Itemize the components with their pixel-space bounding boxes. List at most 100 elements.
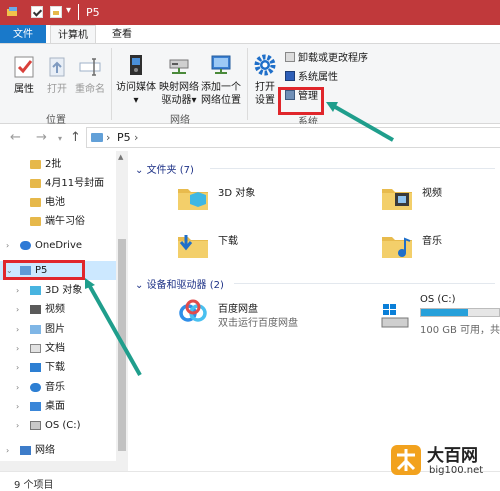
ribbon-separator: [247, 48, 248, 120]
nav-item-folder[interactable]: 电池: [0, 193, 116, 212]
tab-computer[interactable]: 计算机: [50, 25, 96, 44]
address-box[interactable]: › P5 ›: [86, 127, 500, 148]
folder-icon: [30, 179, 41, 188]
content-pane: ⌄ 文件夹 (7) 3D 对象 视频 下载 音乐 ⌄ 设备和驱动器 (2) 百度…: [130, 151, 500, 471]
downloads-folder-icon: [178, 235, 208, 258]
network-location-icon: [211, 55, 231, 74]
nav-item-videos[interactable]: › 视频: [0, 300, 116, 319]
folders-header-label: 文件夹 (7): [146, 165, 194, 176]
scrollbar-thumb[interactable]: [118, 239, 126, 451]
nav-item-onedrive[interactable]: › OneDrive: [0, 236, 116, 255]
ribbon-separator: [111, 48, 112, 120]
map-drive-label-2: 驱动器: [161, 95, 192, 106]
add-location-label-2: 网络位置: [201, 95, 241, 106]
tab-view[interactable]: 查看: [100, 25, 144, 44]
quick-access-dropdown-icon[interactable]: ▾: [66, 5, 71, 16]
nav-item-folder[interactable]: 2批: [0, 155, 116, 174]
nav-item-label: 文档: [45, 343, 65, 354]
breadcrumb-p5[interactable]: P5: [117, 131, 131, 144]
properties-label: 属性: [14, 84, 34, 95]
expand-chevron-icon[interactable]: ›: [16, 281, 26, 300]
access-media-button[interactable]: 访问媒体 ▾: [114, 52, 158, 107]
system-properties-button[interactable]: 系统属性: [285, 71, 338, 84]
pictures-icon: [30, 325, 41, 334]
forward-arrow-icon[interactable]: →: [36, 130, 47, 145]
add-network-location-button[interactable]: 添加一个 网络位置: [200, 52, 242, 107]
expand-chevron-icon[interactable]: ›: [16, 320, 26, 339]
up-arrow-icon[interactable]: ↑: [70, 130, 81, 145]
nav-item-downloads[interactable]: › 下载: [0, 358, 116, 377]
new-folder-quick-icon[interactable]: [50, 6, 62, 18]
nav-item-network[interactable]: › 网络: [0, 441, 116, 460]
network-icon: [20, 446, 31, 455]
expand-chevron-icon[interactable]: ›: [16, 397, 26, 416]
properties-button[interactable]: 属性: [10, 54, 38, 96]
title-divider: [78, 4, 79, 20]
access-media-label: 访问媒体: [116, 82, 156, 93]
tab-file[interactable]: 文件: [0, 25, 46, 44]
drives-section-header[interactable]: ⌄ 设备和驱动器 (2): [135, 276, 224, 291]
nav-item-label: 视频: [45, 304, 65, 315]
address-bar-row: ← → ▾ ↑ › P5 ›: [0, 124, 500, 151]
explorer-window: ▾ P5 文件 计算机 查看 属性 打开 重命名 位置 访问媒体 ▾ 映射网络 …: [0, 0, 500, 491]
folders-section-header[interactable]: ⌄ 文件夹 (7): [135, 161, 194, 176]
back-arrow-icon[interactable]: ←: [10, 130, 21, 145]
open-settings-label-1: 打开: [255, 82, 275, 93]
expand-chevron-icon[interactable]: ›: [6, 441, 16, 460]
annotation-highlight-manage: [278, 87, 324, 115]
documents-icon: [30, 344, 41, 353]
nav-item-label: 下载: [45, 362, 65, 373]
nav-item-documents[interactable]: › 文档: [0, 339, 116, 358]
open-settings-label-2: 设置: [255, 95, 275, 106]
ribbon-tabs: 文件 计算机 查看: [0, 25, 500, 44]
nav-item-os-c[interactable]: › OS (C:): [0, 416, 116, 435]
uninstall-label: 卸载或更改程序: [298, 53, 368, 64]
access-media-dropdown-icon: ▾: [133, 95, 139, 106]
nav-item-3d-objects[interactable]: › 3D 对象: [0, 281, 116, 300]
recent-dropdown-icon[interactable]: ▾: [58, 134, 62, 143]
expand-chevron-icon[interactable]: ›: [16, 300, 26, 319]
nav-item-label: OS (C:): [45, 420, 81, 431]
uninstall-program-button[interactable]: 卸载或更改程序: [285, 52, 368, 65]
expand-chevron-icon[interactable]: ›: [6, 236, 16, 255]
scroll-up-icon[interactable]: ▲: [118, 153, 123, 161]
cloud-icon: [20, 241, 31, 250]
section-divider: [210, 168, 495, 169]
nav-item-folder[interactable]: 4月11号封面: [0, 174, 116, 193]
nav-item-label: 音乐: [45, 382, 65, 393]
expand-chevron-icon[interactable]: ›: [16, 378, 26, 397]
nav-horizontal-scrollbar[interactable]: [0, 461, 128, 471]
breadcrumb-chevron-icon[interactable]: ›: [106, 131, 110, 144]
expand-chevron-icon[interactable]: ›: [16, 339, 26, 358]
explorer-icon[interactable]: [6, 6, 18, 18]
nav-item-desktop[interactable]: › 桌面: [0, 397, 116, 416]
nav-item-folder[interactable]: 端午习俗: [0, 212, 116, 231]
properties-quick-icon[interactable]: [31, 6, 43, 18]
music-icon: [30, 383, 41, 392]
properties-icon: [14, 56, 34, 78]
folder-icon: [30, 217, 41, 226]
rename-button[interactable]: 重命名: [72, 54, 108, 96]
map-network-drive-button[interactable]: 映射网络 驱动器▾: [158, 52, 200, 107]
folder-icon: [30, 160, 41, 169]
desktop-icon: [30, 402, 41, 411]
open-icon: [49, 57, 65, 77]
nav-item-pictures[interactable]: › 图片: [0, 320, 116, 339]
baidu-netdisk-icon: [179, 299, 207, 322]
windows-drive-icon: [381, 304, 409, 328]
watermark-logo-icon: [391, 445, 421, 475]
annotation-highlight-p5: [3, 260, 85, 280]
breadcrumb-chevron-icon[interactable]: ›: [134, 131, 138, 144]
expand-chevron-icon[interactable]: ›: [16, 416, 26, 435]
open-button[interactable]: 打开: [44, 54, 70, 96]
rename-label: 重命名: [75, 84, 105, 95]
open-settings-button[interactable]: 打开 设置: [252, 52, 278, 107]
folder-label: 下载: [218, 236, 238, 247]
nav-item-music[interactable]: › 音乐: [0, 378, 116, 397]
nav-item-label: 4月11号封面: [45, 178, 105, 189]
map-drive-label-1: 映射网络: [159, 82, 199, 93]
nav-scrollbar[interactable]: ▲ ▼: [116, 151, 128, 471]
nav-item-label: 桌面: [45, 401, 65, 412]
drive-icon: [30, 421, 41, 430]
expand-chevron-icon[interactable]: ›: [16, 358, 26, 377]
